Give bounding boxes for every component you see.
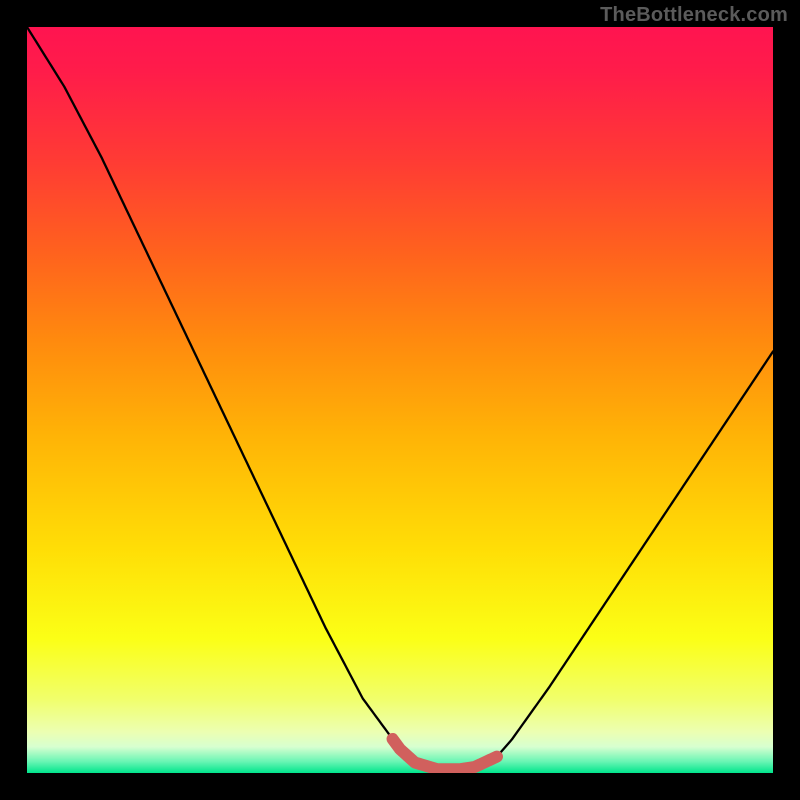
gradient-background [27, 27, 773, 773]
watermark-text: TheBottleneck.com [600, 4, 788, 27]
chart-frame: TheBottleneck.com [0, 0, 800, 800]
plot-area [27, 27, 773, 773]
